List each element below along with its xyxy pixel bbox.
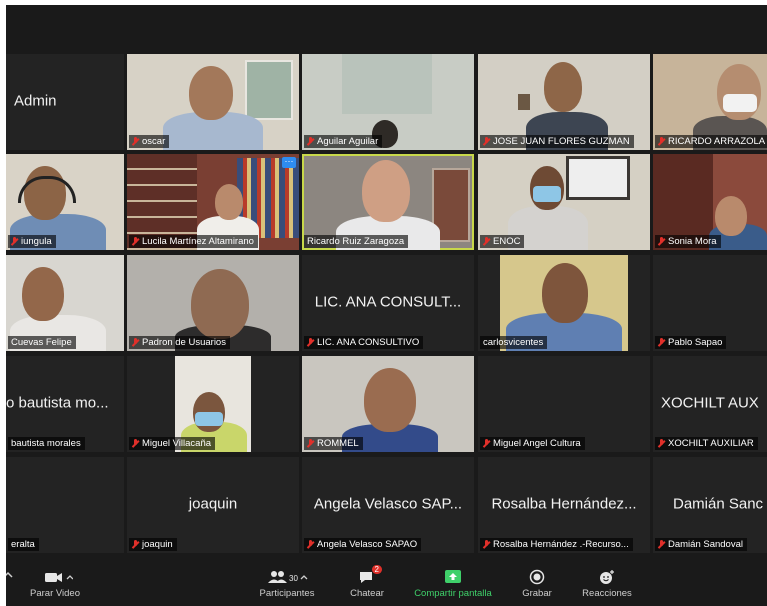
name-tag: XOCHILT AUXILIAR [655,437,758,450]
muted-mic-icon [132,338,139,347]
participant-tile-damian[interactable]: Damián Sanc Damián Sandoval [653,457,767,553]
participant-tile-miguel-angel[interactable]: Miguel Angel Cultura [478,356,650,452]
participant-name-large: Damián Sanc [673,495,764,513]
participant-tile-jose-juan[interactable]: JOSE JUAN FLORES GUZMAN [478,54,650,150]
name-tag: Lucila Martínez Altamirano [129,235,258,248]
chevron-up-icon [6,569,14,585]
muted-mic-icon [307,540,314,549]
participants-button[interactable]: 30 Participantes [254,569,320,599]
participant-tile-eralta[interactable]: eralta [6,457,124,553]
participant-tile-lic-ana[interactable]: LIC. ANA CONSULT... LIC. ANA CONSULTIVO [302,255,474,351]
participant-tile-pablo[interactable]: Pablo Sapao [653,255,767,351]
muted-mic-icon [307,137,314,146]
name-tag: Miguel Villacaña [129,437,216,450]
reactions-button[interactable]: Reacciones [576,569,638,599]
name-tag: Ricardo Ruiz Zaragoza [304,235,409,248]
name-tag: Padron de Usuarios [129,336,230,349]
chat-button[interactable]: 2 Chatear [347,565,387,599]
participant-tile-rosalba[interactable]: Rosalba Hernández... Rosalba Hernández .… [478,457,650,553]
participant-tile-oscar[interactable]: oscar [127,54,299,150]
svg-text:30: 30 [289,574,298,583]
participant-tile-bautista[interactable]: o bautista mo... bautista morales [6,356,124,452]
participant-tile-ricardo-ruiz[interactable]: Ricardo Ruiz Zaragoza [302,154,474,250]
name-tag: RICARDO ARRAZOLA [655,135,767,148]
name-tag: joaquin [129,538,177,551]
participant-tile-aguilar[interactable]: Aguilar Aguilar [302,54,474,150]
participant-name-large: joaquin [188,495,238,513]
emoji-icon [576,569,638,585]
participant-tile-ricardo-arrazola[interactable]: RICARDO ARRAZOLA [653,54,767,150]
participant-tile-xochilt[interactable]: XOCHILT AUX XOCHILT AUXILIAR [653,356,767,452]
participant-tile-enoc[interactable]: ENOC [478,154,650,250]
name-tag: Rosalba Hernández .-Recurso... [480,538,633,551]
more-options-button[interactable]: ··· [282,157,296,168]
muted-mic-icon [132,439,139,448]
muted-mic-icon [658,237,665,246]
participant-name-large: Admin [14,92,57,110]
participant-name-large: XOCHILT AUX [661,394,759,412]
participants-icon: 30 [254,569,320,585]
record-icon [514,569,560,585]
participant-tile-lucila[interactable]: ··· Lucila Martínez Altamirano [127,154,299,250]
muted-mic-icon [483,237,490,246]
participant-tile-rommel[interactable]: ROMMEL [302,356,474,452]
video-camera-icon [24,569,86,585]
participant-tile-padron[interactable]: Padron de Usuarios [127,255,299,351]
muted-mic-icon [11,237,18,246]
muted-mic-icon [658,338,665,347]
name-tag: eralta [8,538,39,551]
chat-unread-badge: 2 [371,565,382,574]
audio-options-arrow[interactable] [6,569,14,588]
name-tag: carlosvicentes [480,336,548,349]
chat-bubble-icon: 2 [358,565,382,585]
record-button[interactable]: Grabar [514,569,560,599]
participant-name-large: LIC. ANA CONSULT... [314,293,462,311]
participant-tile-angela[interactable]: Angela Velasco SAP... Angela Velasco SAP… [302,457,474,553]
meeting-toolbar: Parar Video 30 Participantes 2 Chatear C… [6,563,767,606]
muted-mic-icon [483,137,490,146]
muted-mic-icon [658,439,665,448]
participant-tile-cuevas[interactable]: Cuevas Felipe [6,255,124,351]
name-tag: Miguel Angel Cultura [480,437,585,450]
stop-video-button[interactable]: Parar Video [24,569,86,599]
name-tag: Damián Sandoval [655,538,747,551]
name-tag: Pablo Sapao [655,336,727,349]
name-tag: Angela Velasco SAPAO [304,538,422,551]
gallery-view: Admin oscar Aguilar Aguilar JOSE JUAN FL… [6,54,767,555]
participant-name-large: Angela Velasco SAP... [313,495,463,513]
name-tag: bautista morales [8,437,85,450]
share-screen-button[interactable]: Compartir pantalla [406,569,500,599]
muted-mic-icon [658,540,665,549]
name-tag: ENOC [480,235,525,248]
name-tag: ROMMEL [304,437,363,450]
muted-mic-icon [307,338,314,347]
participant-tile-joaquin[interactable]: joaquin joaquin [127,457,299,553]
zoom-meeting-window: Admin oscar Aguilar Aguilar JOSE JUAN FL… [6,5,767,606]
participant-tile-miguel-villacana[interactable]: Miguel Villacaña [127,356,299,452]
participant-tile-admin[interactable]: Admin [6,54,124,150]
name-tag: LIC. ANA CONSULTIVO [304,336,424,349]
muted-mic-icon [307,439,314,448]
name-tag: Sonia Mora [655,235,721,248]
muted-mic-icon [132,540,139,549]
name-tag: oscar [129,135,170,148]
participant-tile-iungula[interactable]: iungula [6,154,124,250]
name-tag: iungula [8,235,56,248]
participant-name-large: o bautista mo... [6,394,109,412]
name-tag: Cuevas Felipe [8,336,76,349]
participant-tile-carlosvicentes[interactable]: carlosvicentes [478,255,650,351]
participant-name-large: Rosalba Hernández... [491,495,637,513]
name-tag: Aguilar Aguilar [304,135,383,148]
muted-mic-icon [132,137,139,146]
muted-mic-icon [132,237,139,246]
muted-mic-icon [658,137,665,146]
muted-mic-icon [483,540,490,549]
muted-mic-icon [483,439,490,448]
name-tag: JOSE JUAN FLORES GUZMAN [480,135,634,148]
share-screen-icon [406,569,500,585]
participant-tile-sonia[interactable]: Sonia Mora [653,154,767,250]
